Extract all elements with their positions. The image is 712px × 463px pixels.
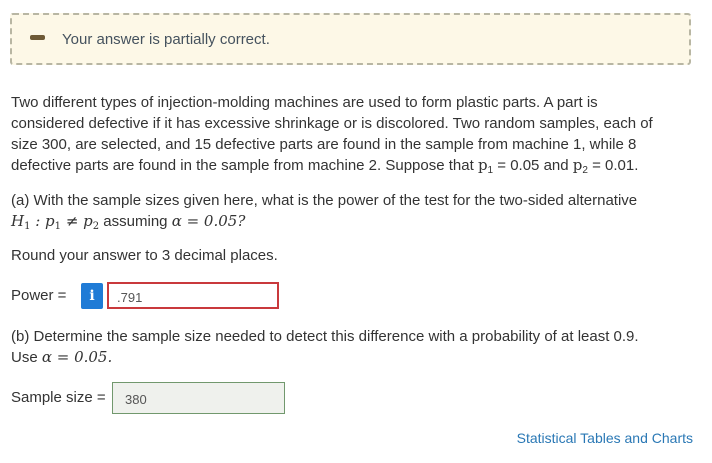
sample-size-input[interactable]: 380 bbox=[112, 382, 285, 414]
power-input[interactable]: .791 bbox=[107, 282, 279, 309]
power-label: Power = bbox=[11, 287, 67, 304]
problem-line-4: defective parts are found in the sample … bbox=[11, 155, 681, 176]
part-b-question: (b) Determine the sample size needed to … bbox=[11, 326, 681, 368]
p2-variable: p bbox=[572, 156, 583, 174]
feedback-banner: Your answer is partially correct. bbox=[10, 13, 691, 65]
p1-variable: p bbox=[477, 156, 488, 174]
h1-symbol: H bbox=[11, 212, 25, 230]
round-note: Round your answer to 3 decimal places. bbox=[11, 247, 278, 264]
partial-correct-icon bbox=[30, 35, 45, 40]
assuming-text: assuming bbox=[99, 213, 172, 230]
statistical-tables-link[interactable]: Statistical Tables and Charts bbox=[517, 430, 693, 446]
problem-line-4-text: defective parts are found in the sample … bbox=[11, 157, 478, 174]
p2-value: = 0.01. bbox=[587, 157, 639, 174]
p1-value: = 0.05 and bbox=[493, 157, 573, 174]
alpha-condition: α = 0.05? bbox=[171, 212, 246, 230]
problem-line-1: Two different types of injection-molding… bbox=[11, 94, 598, 111]
part-b-alpha: α = 0.05. bbox=[41, 348, 113, 366]
part-b-alpha-line: Use α = 0.05. bbox=[11, 347, 681, 368]
h1-p1: : p bbox=[30, 212, 55, 230]
problem-line-3: size 300, are selected, and 15 defective… bbox=[11, 136, 637, 153]
part-b-question-line: (b) Determine the sample size needed to … bbox=[11, 328, 639, 345]
part-a-question: (a) With the sample sizes given here, wh… bbox=[11, 190, 681, 232]
not-equal-p2: ≠ p bbox=[61, 212, 93, 230]
problem-statement: Two different types of injection-molding… bbox=[11, 92, 681, 176]
feedback-message: Your answer is partially correct. bbox=[62, 31, 270, 48]
sample-size-label: Sample size = bbox=[11, 389, 106, 406]
hypothesis-line: H1 : p1 ≠ p2 assuming α = 0.05? bbox=[11, 211, 681, 232]
part-a-question-line: (a) With the sample sizes given here, wh… bbox=[11, 192, 638, 209]
info-icon[interactable]: i bbox=[81, 283, 103, 309]
use-text: Use bbox=[11, 349, 42, 366]
problem-line-2: considered defective if it has excessive… bbox=[11, 115, 653, 132]
